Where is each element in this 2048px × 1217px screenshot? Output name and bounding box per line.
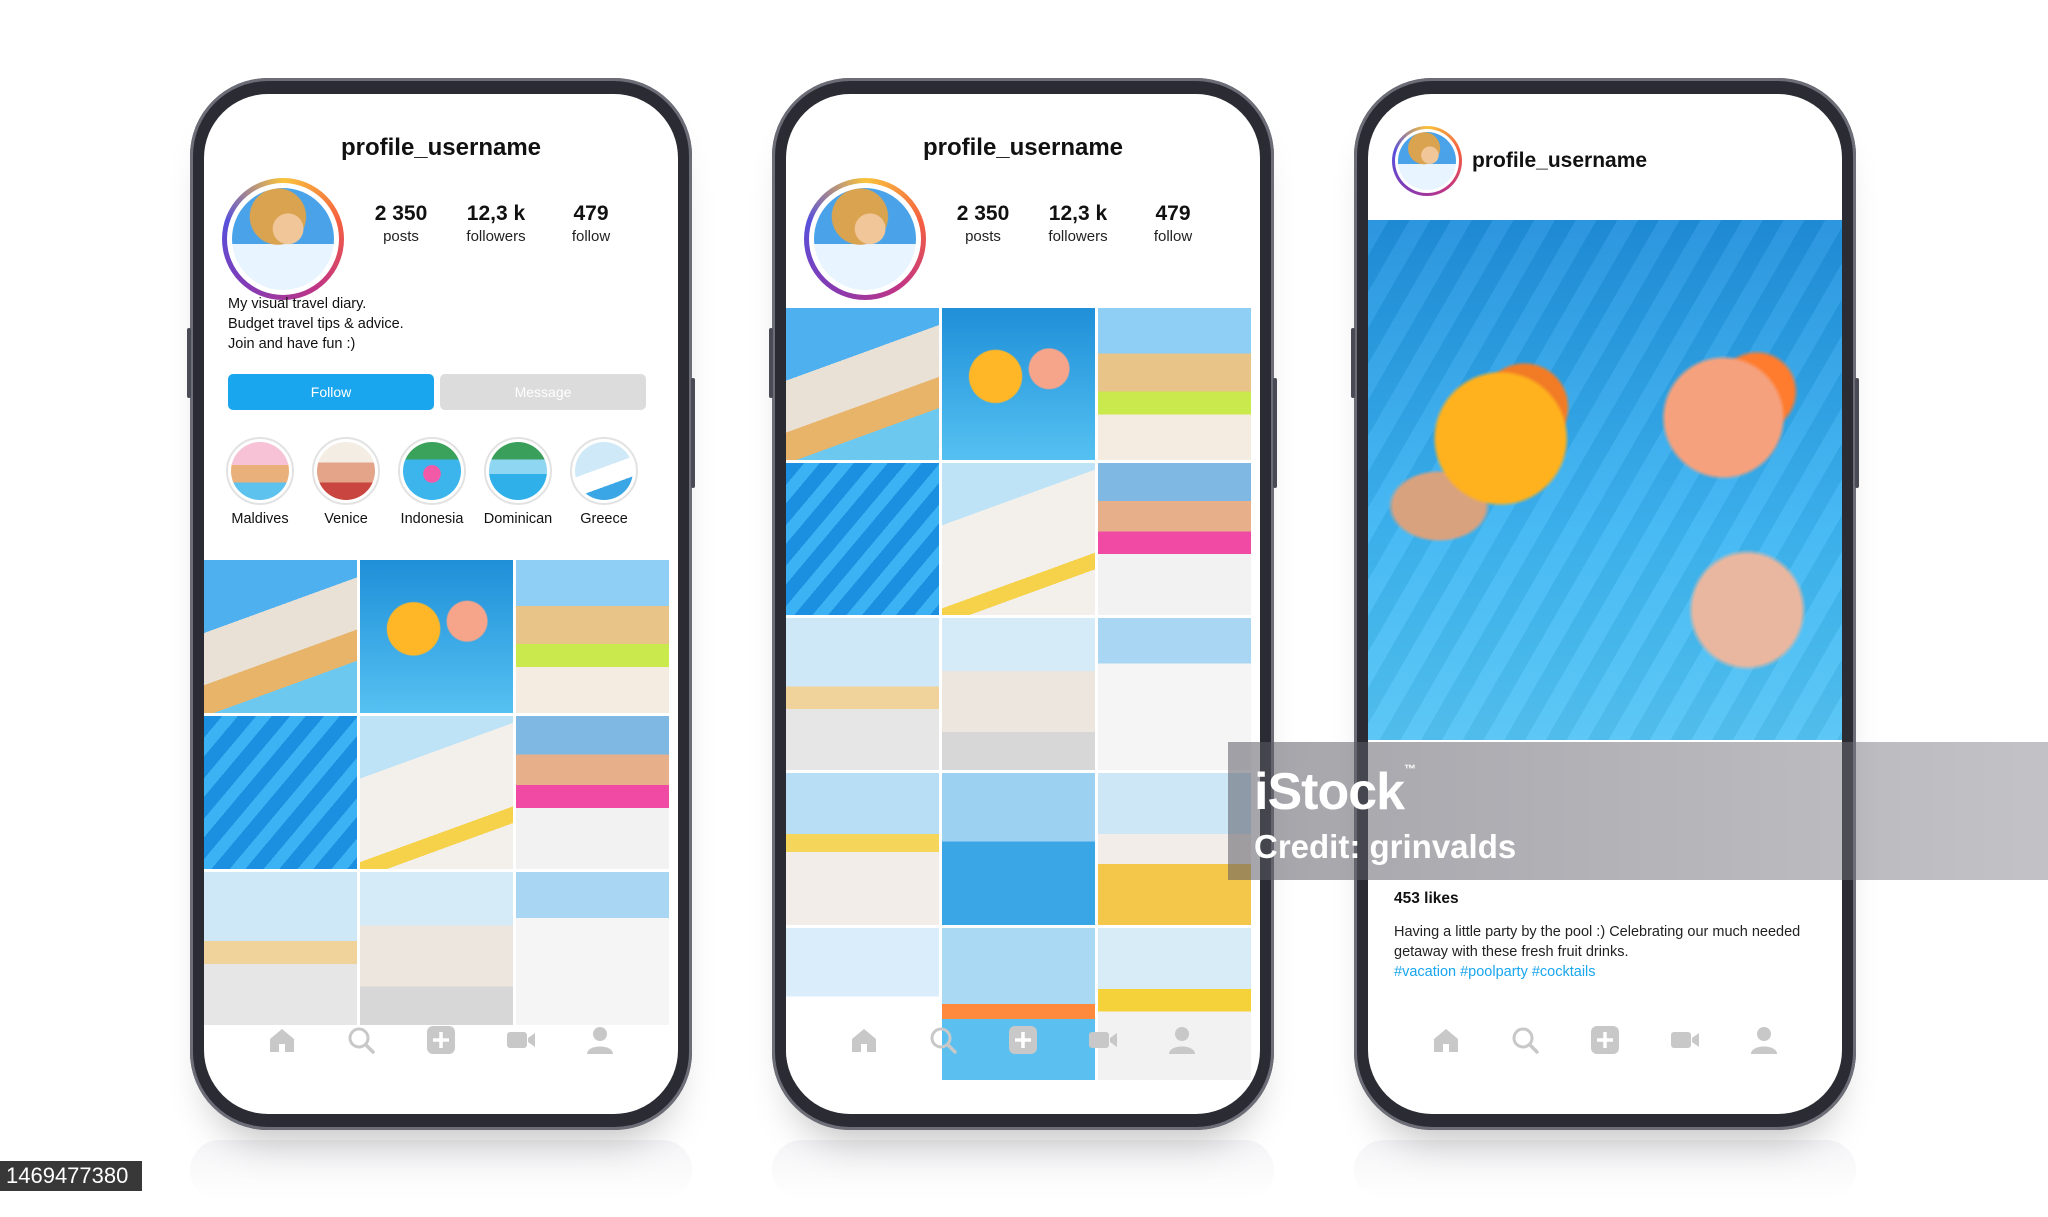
- phone-screen: profile_username 453 likes Having a litt…: [1368, 94, 1842, 1114]
- phone-post: profile_username 453 likes Having a litt…: [1351, 78, 1859, 1130]
- grid-photo[interactable]: [942, 618, 1095, 770]
- stock-watermark: iStock™ Credit: grinvalds: [1228, 742, 2048, 880]
- phone-profile: profile_username 2 350 posts 12,3 k foll…: [187, 78, 695, 1130]
- grid-photo[interactable]: [516, 872, 669, 1025]
- post-image[interactable]: [1368, 220, 1842, 740]
- grid-photo[interactable]: [360, 560, 513, 713]
- phone-screen: profile_username 2 350 posts 12,3 k foll…: [786, 94, 1260, 1114]
- home-icon[interactable]: [846, 1022, 882, 1058]
- grid-photo[interactable]: [204, 560, 357, 713]
- photo-grid: [204, 560, 669, 1025]
- highlight-greece[interactable]: Greece: [564, 437, 644, 527]
- profile-avatar[interactable]: [222, 178, 344, 300]
- add-post-icon[interactable]: [1587, 1022, 1623, 1058]
- grid-photo[interactable]: [1098, 463, 1251, 615]
- grid-photo[interactable]: [204, 716, 357, 869]
- search-icon[interactable]: [343, 1022, 379, 1058]
- video-icon[interactable]: [1085, 1022, 1121, 1058]
- stat-follow[interactable]: 479 follow: [546, 202, 636, 245]
- phone-profile-grid: profile_username 2 350 posts 12,3 k foll…: [769, 78, 1277, 1130]
- highlight-venice[interactable]: Venice: [306, 437, 386, 527]
- follow-button[interactable]: Follow: [228, 374, 434, 410]
- grid-photo[interactable]: [786, 463, 939, 615]
- grid-photo[interactable]: [786, 773, 939, 925]
- profile-bio: My visual travel diary. Budget travel ti…: [228, 296, 404, 352]
- grid-photo[interactable]: [1098, 308, 1251, 460]
- profile-username: profile_username: [340, 134, 542, 161]
- grid-photo[interactable]: [786, 308, 939, 460]
- highlight-dominican[interactable]: Dominican: [478, 437, 558, 527]
- phone-screen: profile_username 2 350 posts 12,3 k foll…: [204, 94, 678, 1114]
- stat-posts[interactable]: 2 350 posts: [356, 202, 446, 245]
- bottom-nav: [786, 1010, 1260, 1070]
- grid-photo[interactable]: [360, 716, 513, 869]
- home-icon[interactable]: [1428, 1022, 1464, 1058]
- grid-photo[interactable]: [516, 716, 669, 869]
- search-icon[interactable]: [925, 1022, 961, 1058]
- likes-count[interactable]: 453 likes: [1394, 890, 1459, 908]
- watermark-credit: Credit: grinvalds: [1254, 828, 1517, 865]
- grid-photo[interactable]: [516, 560, 669, 713]
- profile-username: profile_username: [922, 134, 1124, 161]
- profile-icon[interactable]: [1746, 1022, 1782, 1058]
- grid-photo[interactable]: [204, 872, 357, 1025]
- video-icon[interactable]: [1667, 1022, 1703, 1058]
- grid-photo[interactable]: [786, 618, 939, 770]
- video-icon[interactable]: [503, 1022, 539, 1058]
- highlight-indonesia[interactable]: Indonesia: [392, 437, 472, 527]
- message-button[interactable]: Message: [440, 374, 646, 410]
- highlight-maldives[interactable]: Maldives: [220, 437, 300, 527]
- add-post-icon[interactable]: [1005, 1022, 1041, 1058]
- post-username[interactable]: profile_username: [1472, 149, 1647, 173]
- add-post-icon[interactable]: [423, 1022, 459, 1058]
- home-icon[interactable]: [264, 1022, 300, 1058]
- profile-icon[interactable]: [582, 1022, 618, 1058]
- image-id-label: 1469477380: [0, 1161, 143, 1191]
- search-icon[interactable]: [1507, 1022, 1543, 1058]
- stat-follow[interactable]: 479 follow: [1128, 202, 1218, 245]
- profile-icon[interactable]: [1164, 1022, 1200, 1058]
- stat-posts[interactable]: 2 350 posts: [938, 202, 1028, 245]
- profile-avatar[interactable]: [804, 178, 926, 300]
- grid-photo[interactable]: [360, 872, 513, 1025]
- photo-grid: [786, 308, 1251, 1080]
- stat-followers[interactable]: 12,3 k followers: [1033, 202, 1123, 245]
- grid-photo[interactable]: [942, 463, 1095, 615]
- stat-followers[interactable]: 12,3 k followers: [451, 202, 541, 245]
- post-avatar[interactable]: [1392, 126, 1462, 196]
- watermark-logo: iStock™: [1254, 762, 1416, 821]
- post-hashtags[interactable]: #vacation #poolparty #cocktails: [1394, 962, 1814, 982]
- post-caption: Having a little party by the pool :) Cel…: [1394, 922, 1814, 982]
- grid-photo[interactable]: [942, 308, 1095, 460]
- post-header: profile_username: [1392, 126, 1647, 196]
- bottom-nav: [1368, 1010, 1842, 1070]
- bottom-nav: [204, 1010, 678, 1070]
- grid-photo[interactable]: [942, 773, 1095, 925]
